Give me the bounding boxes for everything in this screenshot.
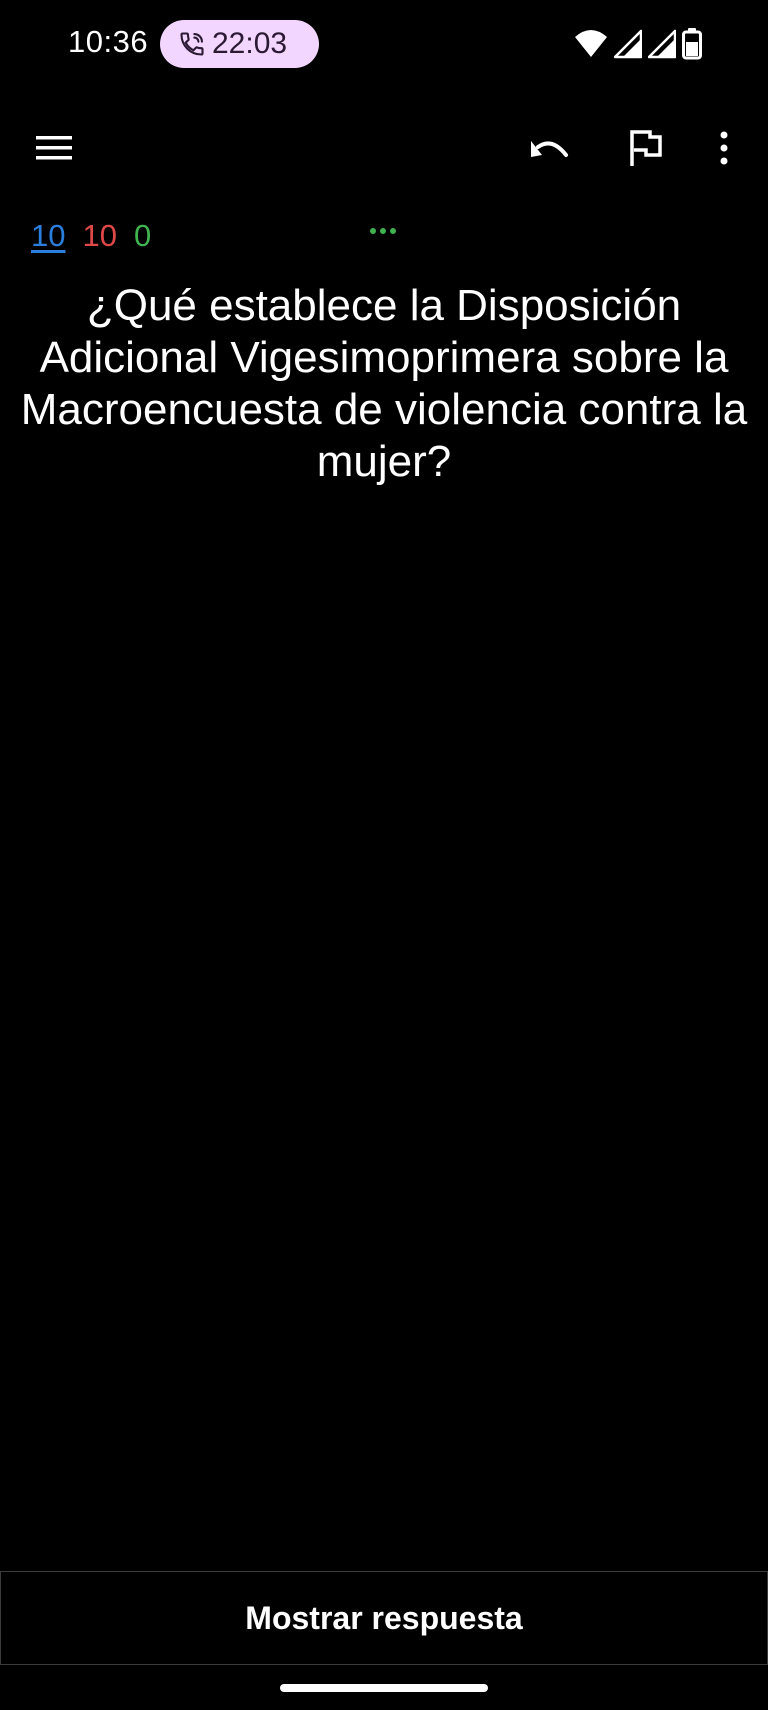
call-timer: 22:03 bbox=[212, 27, 288, 60]
show-answer-button[interactable]: Mostrar respuesta bbox=[0, 1571, 768, 1665]
signal-icon bbox=[648, 29, 676, 59]
flag-icon bbox=[630, 130, 662, 166]
status-clock: 10:36 bbox=[68, 24, 149, 59]
battery-icon bbox=[682, 28, 702, 60]
card-counts: 10 10 0 bbox=[31, 218, 151, 254]
more-options-button[interactable] bbox=[686, 110, 762, 186]
menu-icon bbox=[36, 136, 72, 160]
new-count: 10 bbox=[31, 218, 66, 253]
app-toolbar bbox=[0, 110, 768, 186]
more-vert-icon bbox=[720, 131, 728, 165]
signal-icon bbox=[614, 29, 642, 59]
loading-dots-icon bbox=[370, 228, 396, 234]
status-bar: 10:36 22:03 bbox=[0, 0, 768, 88]
menu-button[interactable] bbox=[16, 110, 92, 186]
undo-button[interactable] bbox=[512, 110, 588, 186]
card-question: ¿Qué establece la Disposición Adicional … bbox=[20, 281, 748, 486]
learning-count: 10 bbox=[82, 218, 117, 253]
home-indicator[interactable] bbox=[280, 1684, 488, 1692]
wifi-icon bbox=[575, 30, 607, 57]
status-icons bbox=[574, 28, 702, 60]
flag-button[interactable] bbox=[608, 110, 684, 186]
ongoing-call-chip[interactable]: 22:03 bbox=[160, 20, 319, 68]
undo-icon bbox=[531, 141, 568, 157]
review-count: 0 bbox=[133, 218, 152, 253]
phone-call-icon bbox=[180, 32, 204, 56]
show-answer-label: Mostrar respuesta bbox=[245, 1599, 523, 1636]
